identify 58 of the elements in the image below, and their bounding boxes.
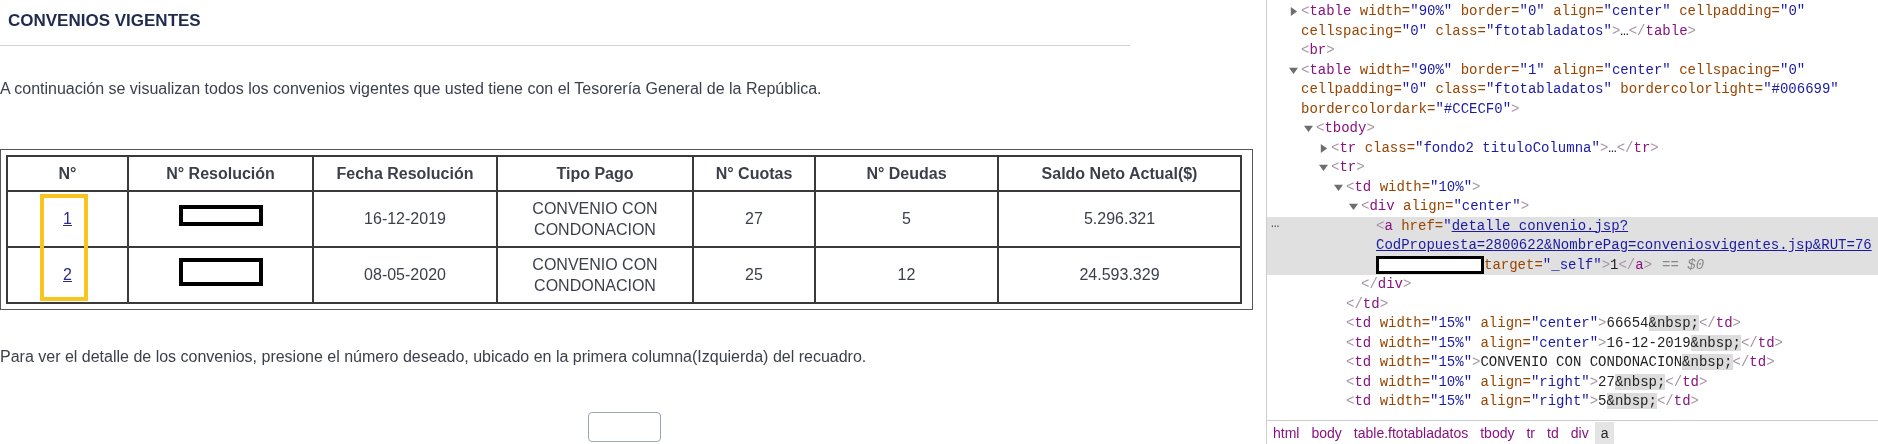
instruction-text: Para ver el detalle de los convenios, presione el número deseado, ubicado en la primera columna(Izquierda) del recuadro. — [0, 347, 868, 367]
column-header: N° Deudas — [815, 156, 998, 191]
table-cell: 5.296.321 — [998, 191, 1241, 247]
page-title: CONVENIOS VIGENTES — [8, 11, 202, 31]
column-header: Saldo Neto Actual($) — [998, 156, 1241, 191]
column-header: Fecha Resolución — [313, 156, 497, 191]
href-link[interactable]: detalle_convenio.jsp? — [1451, 216, 1629, 236]
intro-text: A continuación se visualizan todos los convenios vigentes que usted tiene con el Tesorería General de la República. — [0, 79, 823, 99]
dom-node-line[interactable]: <td width="15%" align="center">66654&nbsp;</td> — [1346, 314, 1741, 334]
more-options-dots[interactable]: … — [1271, 216, 1279, 229]
dom-node-line[interactable]: <table width="90%" border="0" align="center" cellpadding="0" cellspacing="0" class="ftotabladatos">…</table> — [1301, 2, 1806, 41]
breadcrumb-item[interactable]: table.ftotabladatos — [1347, 422, 1475, 444]
dom-node-line[interactable]: <div align="center"> — [1361, 197, 1530, 217]
collapsed-triangle-icon[interactable] — [1289, 7, 1298, 16]
column-header: N° Resolución — [128, 156, 313, 191]
dom-node-line[interactable]: <a href=" — [1376, 216, 1452, 236]
dom-node-line[interactable]: <td width="15%" align="center">16-12-2019&nbsp;</td> — [1346, 333, 1783, 353]
dom-node-line[interactable]: </td> — [1346, 294, 1389, 314]
breadcrumb-item[interactable]: td — [1541, 422, 1565, 444]
breadcrumb-item[interactable]: body — [1305, 422, 1348, 444]
column-header: N° Cuotas — [693, 156, 815, 191]
breadcrumb-item[interactable]: tr — [1520, 422, 1542, 444]
table-cell: CONVENIO CON CONDONACION — [497, 191, 693, 247]
dom-node-line[interactable]: <td width="10%"> — [1346, 177, 1481, 197]
breadcrumb-item[interactable]: tbody — [1474, 422, 1521, 444]
table-cell: 5 — [815, 191, 998, 247]
table-cell: 12 — [815, 247, 998, 303]
breadcrumb-item[interactable]: div — [1564, 422, 1595, 444]
dom-node-line[interactable]: <tbody> — [1316, 119, 1375, 139]
dom-node-line[interactable]: <table width="90%" border="1" align="center" cellspacing="0" cellpadding="0" class="ftotabladatos" bordercolorlight="#006699" bordercolordark="#CCECF0"> — [1301, 60, 1839, 119]
expanded-triangle-icon[interactable] — [1289, 65, 1298, 75]
table-cell: 27 — [693, 191, 815, 247]
href-link[interactable]: CodPropuesta=2800622&NombrePag=conveniosvigentes.jsp&RUT=76 — [1376, 236, 1872, 256]
expanded-triangle-icon[interactable] — [1349, 202, 1358, 211]
dom-node-line[interactable]: <td width="15%" align="right">5&nbsp;</td> — [1346, 392, 1699, 412]
collapsed-triangle-icon[interactable] — [1319, 143, 1328, 153]
expanded-triangle-icon[interactable] — [1304, 124, 1313, 133]
table-cell: 16-12-2019 — [313, 191, 497, 247]
column-header: Tipo Pago — [497, 156, 693, 191]
dom-node-line[interactable]: <tr> — [1331, 158, 1365, 178]
expanded-triangle-icon[interactable] — [1334, 182, 1343, 192]
dom-node-line[interactable]: target="_self">1</a> — [1484, 255, 1653, 275]
agreement-number-link[interactable]: 1 — [63, 210, 72, 227]
dom-node-line[interactable]: <td width="15%">CONVENIO CON CONDONACION&nbsp;</td> — [1346, 353, 1775, 373]
expanded-triangle-icon[interactable] — [1319, 163, 1328, 172]
dom-node-line[interactable]: <br> — [1301, 41, 1335, 61]
breadcrumb-item[interactable]: a — [1594, 422, 1615, 444]
dom-node-line[interactable]: <td width="10%" align="right">27&nbsp;</td> — [1346, 372, 1708, 392]
dom-node-line[interactable]: <tr class="fondo2 tituloColumna">…</tr> — [1331, 138, 1659, 158]
agreement-number-link[interactable]: 2 — [63, 266, 72, 283]
table-cell: 24.593.329 — [998, 247, 1241, 303]
console-reference: == $0 — [1662, 255, 1705, 275]
table-cell: 08-05-2020 — [313, 247, 497, 303]
table-cell: CONVENIO CON CONDONACION — [497, 247, 693, 303]
dom-node-line[interactable]: </div> — [1361, 275, 1412, 295]
table-cell: 25 — [693, 247, 815, 303]
column-header: N° — [7, 156, 128, 191]
breadcrumb-item[interactable]: html — [1267, 422, 1306, 444]
